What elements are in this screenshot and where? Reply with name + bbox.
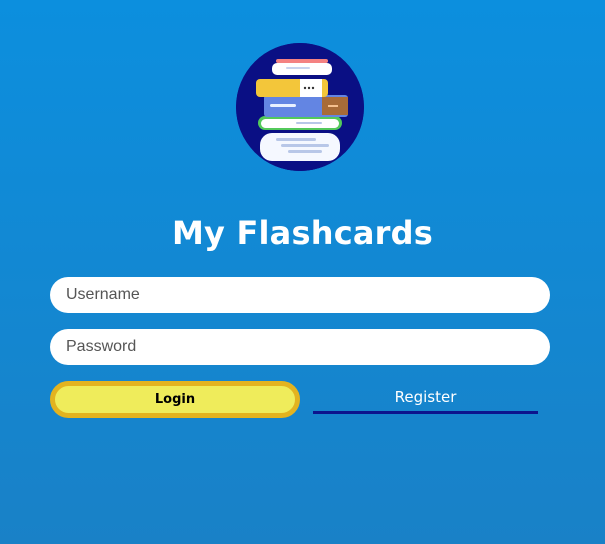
login-button[interactable]: Login (50, 381, 300, 418)
register-button[interactable]: Register (313, 384, 538, 414)
page-title: My Flashcards (172, 214, 433, 252)
username-input[interactable] (50, 277, 550, 313)
app-logo (236, 43, 364, 171)
flashcards-books-icon (236, 43, 364, 171)
password-input[interactable] (50, 329, 550, 365)
